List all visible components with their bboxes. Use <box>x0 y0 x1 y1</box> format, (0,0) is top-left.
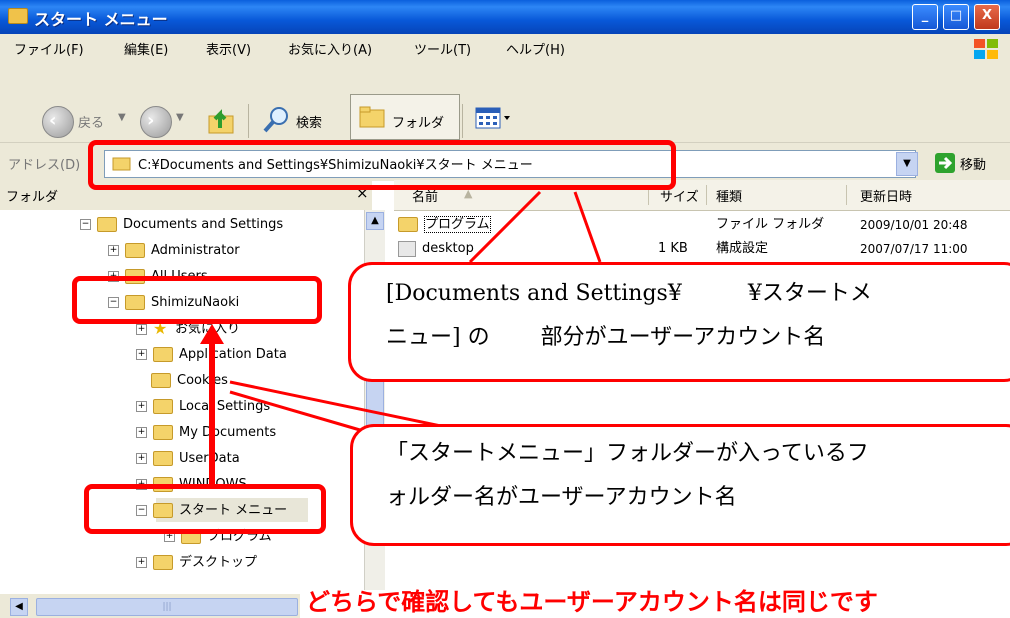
address-highlight-box <box>88 140 676 190</box>
callout-tree-line2: ォルダー名がユーザーアカウント名 <box>386 485 737 510</box>
callout-tree-line1: 「スタートメニュー」フォルダーが入っているフ <box>386 441 869 466</box>
bottom-note: どちらで確認してもユーザーアカウント名は同じです <box>306 588 878 616</box>
callout-address-line1: [Documents and Settings¥ ¥スタートメ <box>386 281 872 306</box>
username-highlight-box <box>72 276 322 324</box>
callout-address-line2: ニュー] の 部分がユーザーアカウント名 <box>386 325 826 350</box>
start-menu-highlight-box <box>84 484 326 534</box>
